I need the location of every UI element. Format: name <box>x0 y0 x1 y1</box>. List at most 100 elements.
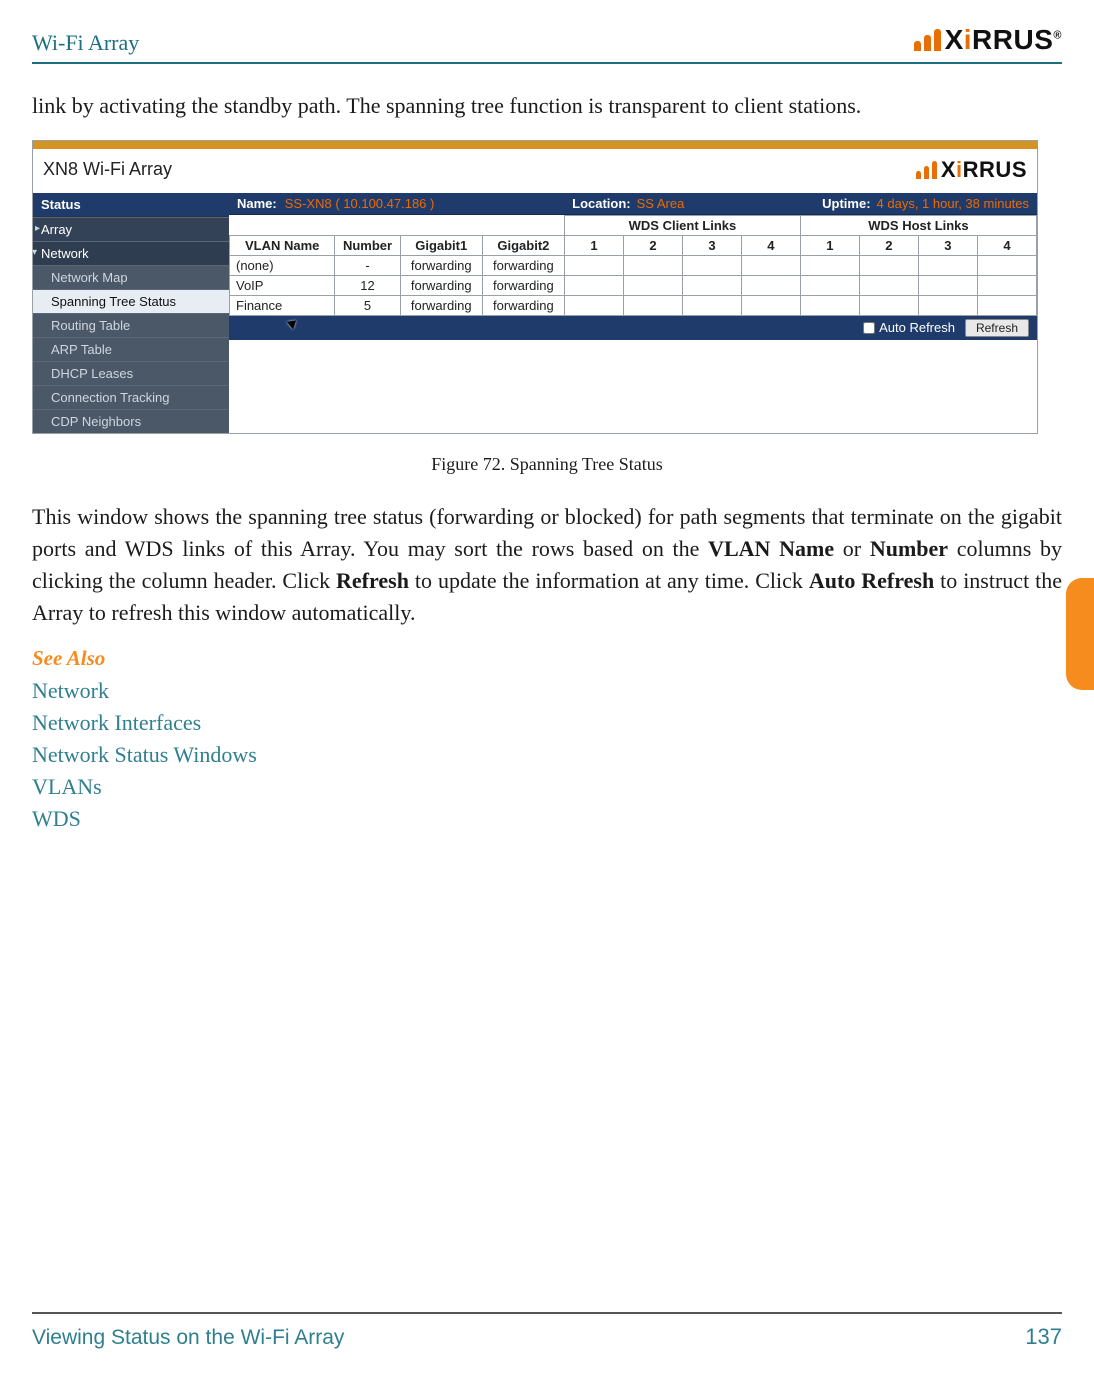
sidebar-item[interactable]: CDP Neighbors <box>33 409 229 433</box>
meta-location-value: SS Area <box>637 196 685 211</box>
xirrus-wordmark: XiRRUS® <box>945 24 1062 56</box>
table-cell <box>800 255 859 275</box>
figure-wrap: XN8 Wi-Fi Array XiRRUS Status ArrayNetwo… <box>32 140 1062 475</box>
table-row: VoIP12forwardingforwarding <box>230 275 1037 295</box>
column-header: 1 <box>800 235 859 255</box>
meta-bar: Name: SS-XN8 ( 10.100.47.186 ) Location:… <box>229 193 1037 215</box>
refresh-button[interactable]: Refresh <box>965 319 1029 337</box>
main-panel: Name: SS-XN8 ( 10.100.47.186 ) Location:… <box>229 193 1037 433</box>
table-cell: forwarding <box>482 255 564 275</box>
col-group-client: WDS Client Links <box>564 215 800 235</box>
column-header: 4 <box>741 235 800 255</box>
product-title: XN8 Wi-Fi Array <box>43 159 172 180</box>
sidebar-item[interactable]: Array <box>33 217 229 241</box>
column-header: Gigabit2 <box>482 235 564 255</box>
see-also-link[interactable]: Network <box>32 675 1062 707</box>
sidebar-item[interactable]: Connection Tracking <box>33 385 229 409</box>
table-footer-bar: Auto Refresh Refresh <box>229 316 1037 340</box>
see-also-link[interactable]: Network Interfaces <box>32 707 1062 739</box>
auto-refresh-label: Auto Refresh <box>879 320 955 335</box>
footer-page-number: 137 <box>1025 1324 1062 1350</box>
explain-paragraph: This window shows the spanning tree stat… <box>32 501 1062 629</box>
table-cell <box>741 255 800 275</box>
table-cell <box>682 275 741 295</box>
table-cell <box>800 275 859 295</box>
see-also-link[interactable]: VLANs <box>32 771 1062 803</box>
table-cell <box>859 255 918 275</box>
table-cell <box>859 295 918 315</box>
table-cell <box>977 255 1036 275</box>
table-cell <box>800 295 859 315</box>
column-header: 3 <box>682 235 741 255</box>
table-cell: forwarding <box>400 295 482 315</box>
xirrus-logo: XiRRUS® <box>914 24 1062 56</box>
sidebar-item[interactable]: DHCP Leases <box>33 361 229 385</box>
sidebar-item[interactable]: Network Map <box>33 265 229 289</box>
sidebar-item[interactable]: Spanning Tree Status <box>33 289 229 313</box>
table-cell: Finance <box>230 295 335 315</box>
see-also-list: NetworkNetwork InterfacesNetwork Status … <box>32 675 1062 834</box>
table-cell <box>564 295 623 315</box>
xirrus-icon <box>916 161 937 179</box>
table-cell: VoIP <box>230 275 335 295</box>
column-header[interactable]: VLAN Name <box>230 235 335 255</box>
table-cell: 5 <box>335 295 400 315</box>
table-cell <box>977 275 1036 295</box>
meta-name-value: SS-XN8 ( 10.100.47.186 ) <box>285 196 435 211</box>
table-cell: - <box>335 255 400 275</box>
column-header: 3 <box>918 235 977 255</box>
page-footer: Viewing Status on the Wi-Fi Array 137 <box>32 1312 1062 1350</box>
table-cell <box>564 275 623 295</box>
meta-location-label: Location: <box>572 196 631 211</box>
auto-refresh-checkbox[interactable] <box>863 322 875 334</box>
see-also-heading: See Also <box>32 646 1062 671</box>
sidebar: Status ArrayNetworkNetwork MapSpanning T… <box>33 193 229 433</box>
col-group-host: WDS Host Links <box>800 215 1036 235</box>
table-cell <box>918 295 977 315</box>
see-also-link[interactable]: WDS <box>32 803 1062 835</box>
table-cell <box>918 275 977 295</box>
column-header: 2 <box>859 235 918 255</box>
column-header: 1 <box>564 235 623 255</box>
xirrus-icon <box>914 29 941 51</box>
table-cell <box>623 295 682 315</box>
running-header: Wi-Fi Array XiRRUS® <box>32 24 1062 64</box>
table-cell: forwarding <box>400 255 482 275</box>
table-cell: 12 <box>335 275 400 295</box>
table-cell: forwarding <box>400 275 482 295</box>
table-cell <box>623 255 682 275</box>
table-cell <box>859 275 918 295</box>
thumb-tab <box>1066 578 1094 690</box>
intro-paragraph: link by activating the standby path. The… <box>32 90 1062 122</box>
sidebar-item[interactable]: Routing Table <box>33 313 229 337</box>
table-row: (none)-forwardingforwarding <box>230 255 1037 275</box>
auto-refresh-toggle[interactable]: Auto Refresh <box>863 320 955 335</box>
sidebar-section[interactable]: Status <box>33 193 229 217</box>
table-cell <box>741 275 800 295</box>
column-header: 2 <box>623 235 682 255</box>
column-header[interactable]: Number <box>335 235 400 255</box>
table-cell <box>623 275 682 295</box>
table-cell <box>977 295 1036 315</box>
table-cell: forwarding <box>482 275 564 295</box>
screenshot-titlebar: XN8 Wi-Fi Array XiRRUS <box>33 149 1037 193</box>
running-header-title: Wi-Fi Array <box>32 30 139 56</box>
spanning-tree-table: WDS Client Links WDS Host Links VLAN Nam… <box>229 215 1037 316</box>
table-cell: (none) <box>230 255 335 275</box>
meta-uptime-label: Uptime: <box>822 196 870 211</box>
column-header: Gigabit1 <box>400 235 482 255</box>
xirrus-wordmark: XiRRUS <box>941 157 1027 183</box>
screenshot-topbar <box>33 141 1037 149</box>
table-row: Finance5forwardingforwarding <box>230 295 1037 315</box>
sidebar-item[interactable]: ARP Table <box>33 337 229 361</box>
sidebar-item[interactable]: Network <box>33 241 229 265</box>
figure-screenshot: XN8 Wi-Fi Array XiRRUS Status ArrayNetwo… <box>32 140 1038 434</box>
table-cell <box>682 295 741 315</box>
table-cell <box>918 255 977 275</box>
see-also-link[interactable]: Network Status Windows <box>32 739 1062 771</box>
table-cell <box>682 255 741 275</box>
column-header: 4 <box>977 235 1036 255</box>
table-cell <box>564 255 623 275</box>
page: Wi-Fi Array XiRRUS® link by activating t… <box>0 0 1094 1380</box>
screenshot-xirrus-logo: XiRRUS <box>916 157 1027 183</box>
